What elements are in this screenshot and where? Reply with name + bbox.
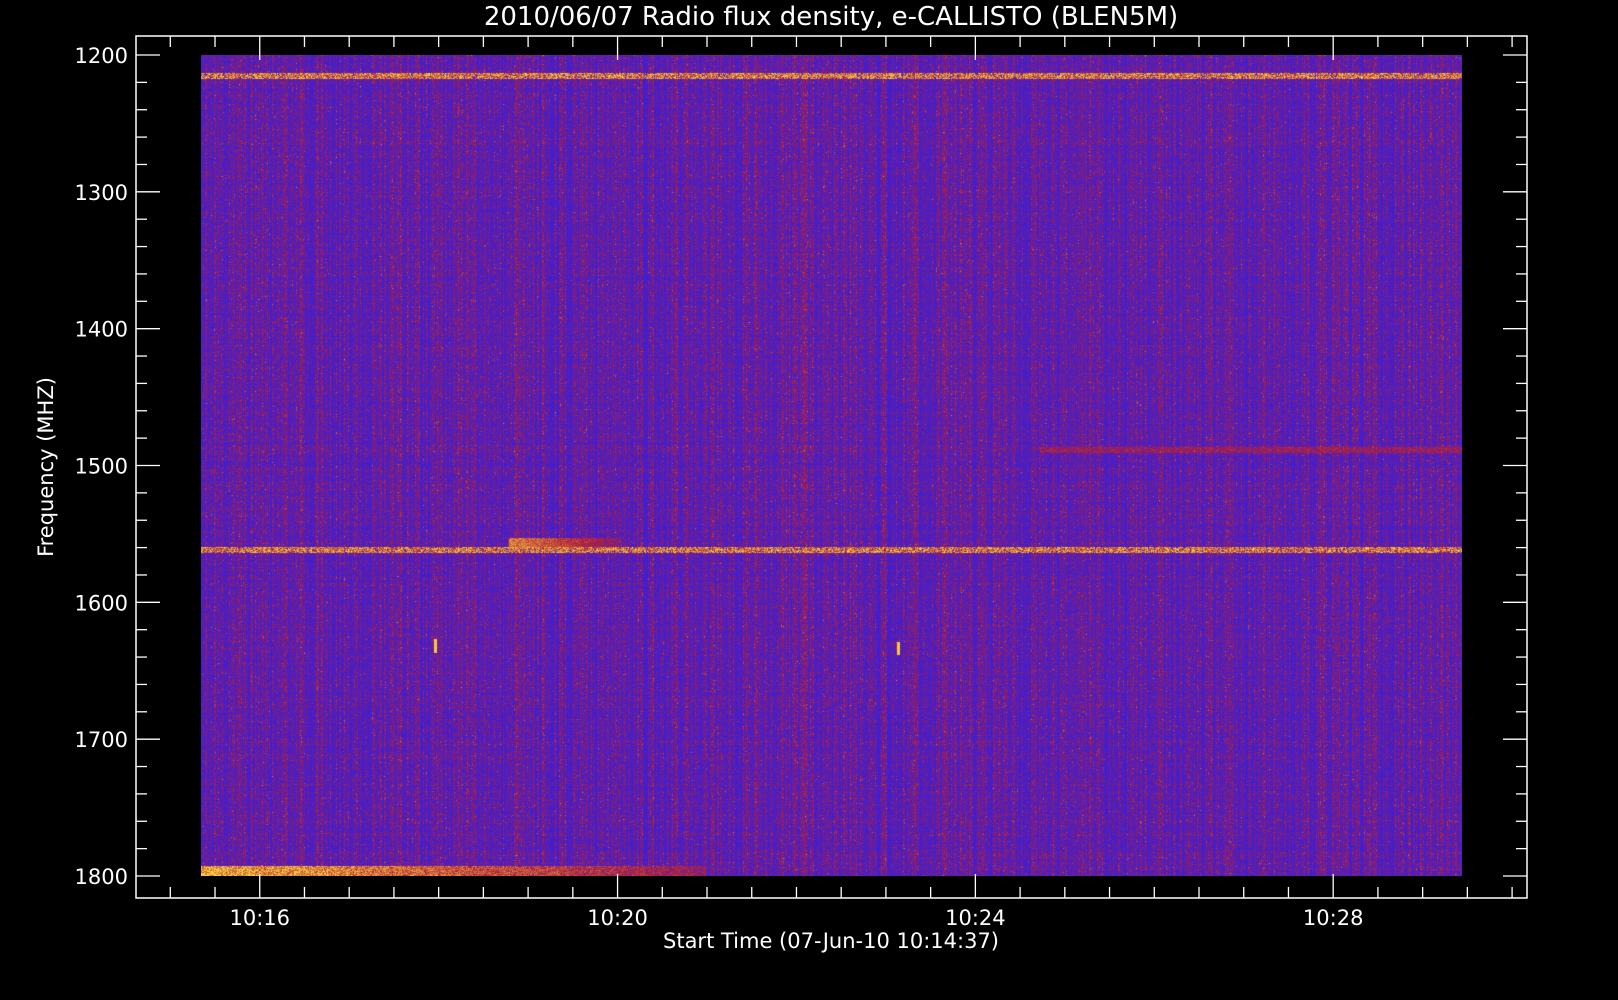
x-tick-label: 10:16 — [229, 906, 290, 930]
y-tick-label: 1600 — [75, 591, 128, 615]
heatmap-image — [201, 55, 1462, 876]
x-axis-label: Start Time (07-Jun-10 10:14:37) — [663, 929, 999, 953]
y-tick-label: 1500 — [75, 455, 128, 479]
y-axis-label: Frequency (MHZ) — [34, 377, 58, 557]
x-tick-label: 10:20 — [587, 906, 648, 930]
x-tick-label: 10:28 — [1303, 906, 1364, 930]
chart-title: 2010/06/07 Radio flux density, e-CALLIST… — [484, 2, 1178, 32]
y-tick-label: 1800 — [75, 865, 128, 889]
x-tick-label: 10:24 — [945, 906, 1006, 930]
spectrogram-chart: 2010/06/07 Radio flux density, e-CALLIST… — [0, 0, 1618, 1000]
y-tick-label: 1400 — [75, 318, 128, 342]
y-tick-label: 1300 — [75, 181, 128, 205]
y-tick-label: 1700 — [75, 728, 128, 752]
y-tick-label: 1200 — [75, 44, 128, 68]
heatmap-layer — [201, 55, 1462, 876]
